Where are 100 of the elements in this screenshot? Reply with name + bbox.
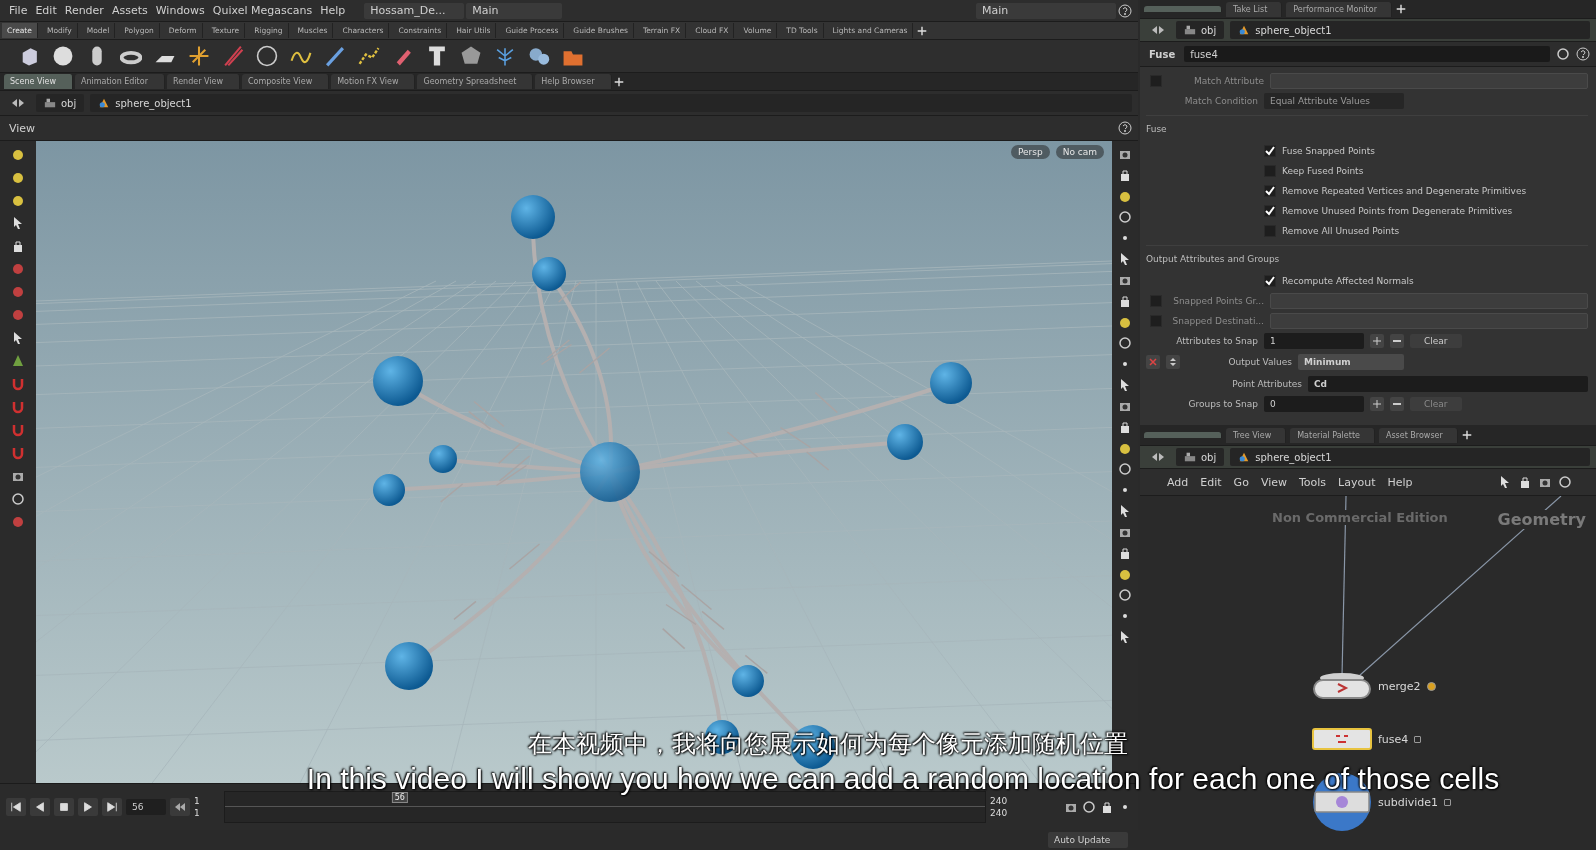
step-button[interactable] xyxy=(170,798,190,816)
pane-tab[interactable]: Motion FX View xyxy=(331,74,416,89)
menu-item[interactable]: View xyxy=(1257,475,1290,489)
checkbox[interactable] xyxy=(1264,204,1276,217)
path-network[interactable]: obj xyxy=(1176,448,1225,466)
menu-item[interactable]: Assets xyxy=(108,4,151,17)
text-field[interactable]: Cd xyxy=(1308,375,1588,392)
letter-t-icon[interactable] xyxy=(426,45,448,67)
branching-icon[interactable] xyxy=(494,45,516,67)
pane-tab[interactable]: Performance Monitor xyxy=(1286,1,1392,17)
pane-tab[interactable]: Geometry Spreadsheet xyxy=(417,74,534,89)
circle-icon[interactable] xyxy=(1556,47,1570,61)
magnet-icon[interactable] xyxy=(11,423,25,437)
circle-icon[interactable] xyxy=(1118,210,1132,224)
line-icon[interactable] xyxy=(222,45,244,67)
menu-item[interactable]: Edit xyxy=(32,4,60,17)
add-button[interactable] xyxy=(1370,333,1384,348)
desktop-dropdown[interactable]: Main xyxy=(466,2,563,19)
path-network[interactable]: obj xyxy=(1176,21,1225,39)
circle-icon[interactable] xyxy=(1118,462,1132,476)
desktop-dropdown[interactable]: Main xyxy=(976,2,1116,19)
desktop-name-field[interactable]: Hossam_De... xyxy=(364,2,465,19)
pane-tab[interactable]: Take List xyxy=(1226,1,1283,17)
path-node[interactable]: sphere_object1 xyxy=(90,94,1132,112)
sphere-icon[interactable] xyxy=(52,45,74,67)
menu-item[interactable]: Go xyxy=(1230,475,1252,489)
circle-icon[interactable] xyxy=(1082,800,1096,814)
menu-item[interactable]: File xyxy=(6,4,31,17)
help-icon[interactable] xyxy=(1118,121,1132,135)
menu-item[interactable]: Edit xyxy=(1197,475,1225,489)
fuse-node[interactable] xyxy=(1312,728,1372,750)
path-network[interactable]: obj xyxy=(36,94,85,112)
pane-tab[interactable]: Render View xyxy=(166,74,240,89)
light-icon[interactable] xyxy=(11,147,25,161)
menu-item[interactable]: Help xyxy=(1384,475,1416,489)
lock-icon[interactable] xyxy=(1518,475,1532,489)
menu-item[interactable]: Render xyxy=(61,4,107,17)
light-icon[interactable] xyxy=(1118,315,1132,329)
lock-icon[interactable] xyxy=(11,239,25,253)
circle-icon[interactable] xyxy=(11,492,25,506)
camera-menu-button[interactable]: No cam xyxy=(1055,145,1104,159)
pane-tab[interactable]: Animation Editor xyxy=(74,74,165,89)
remove-button[interactable] xyxy=(1390,396,1404,411)
add-button[interactable] xyxy=(1370,396,1384,411)
merge-node[interactable] xyxy=(1312,672,1372,700)
menu-item[interactable]: Quixel Megascans xyxy=(209,4,316,17)
menu-item[interactable]: Windows xyxy=(152,4,208,17)
help-icon[interactable] xyxy=(1576,47,1590,61)
remove-button[interactable] xyxy=(1390,333,1404,348)
light-icon[interactable] xyxy=(1118,189,1132,203)
path-icon[interactable] xyxy=(358,45,380,67)
magnet-icon[interactable] xyxy=(11,400,25,414)
magnet-icon[interactable] xyxy=(11,377,25,391)
node-name-field[interactable]: fuse4 xyxy=(1184,46,1550,62)
frame-marker[interactable]: 56 xyxy=(391,792,408,803)
lock-icon[interactable] xyxy=(1118,168,1132,182)
camera-menu-button[interactable]: Persp xyxy=(1010,145,1050,159)
light-icon[interactable] xyxy=(11,170,25,184)
lock-icon[interactable] xyxy=(1118,420,1132,434)
checkbox[interactable] xyxy=(1264,144,1276,157)
menu-item[interactable]: Layout xyxy=(1335,475,1379,489)
light-icon[interactable] xyxy=(11,193,25,207)
add-tab-icon[interactable] xyxy=(917,25,928,36)
add-tab-icon[interactable] xyxy=(1461,430,1472,440)
circle-icon[interactable] xyxy=(1558,475,1572,489)
light-icon[interactable] xyxy=(1118,567,1132,581)
menu-item[interactable]: Tools xyxy=(1296,475,1330,489)
number-field[interactable]: 1 xyxy=(1264,332,1364,349)
menu-item[interactable]: Help xyxy=(317,4,349,17)
polyhedron-icon[interactable] xyxy=(460,45,482,67)
playback-button[interactable] xyxy=(30,798,50,816)
clear-button[interactable]: Clear xyxy=(1410,333,1462,348)
add-tab-icon[interactable] xyxy=(1395,4,1406,14)
pane-tab[interactable]: Tree View xyxy=(1226,427,1287,443)
magnet-icon[interactable] xyxy=(11,446,25,460)
help-icon[interactable] xyxy=(1118,3,1132,18)
circle-icon[interactable] xyxy=(256,45,278,67)
circle-icon[interactable] xyxy=(1118,336,1132,350)
pane-tab[interactable]: Help Browser xyxy=(535,74,612,89)
playback-button[interactable] xyxy=(54,798,74,816)
cone-icon[interactable] xyxy=(11,354,25,368)
update-mode-dropdown[interactable]: Auto Update xyxy=(1048,832,1128,848)
circle-icon[interactable] xyxy=(1118,588,1132,602)
checkbox[interactable] xyxy=(1264,274,1276,287)
pane-tab[interactable]: Asset Browser xyxy=(1378,427,1458,443)
null-icon[interactable] xyxy=(188,45,210,67)
reorder-button[interactable] xyxy=(1166,355,1180,369)
path-node[interactable]: sphere_object1 xyxy=(1230,448,1590,466)
pane-tab[interactable]: Composite View xyxy=(241,74,330,89)
checkbox[interactable] xyxy=(1264,184,1276,197)
metaball-icon[interactable] xyxy=(528,45,550,67)
playback-button[interactable] xyxy=(102,798,122,816)
lock-icon[interactable] xyxy=(1118,294,1132,308)
light-icon[interactable] xyxy=(1118,441,1132,455)
pane-tab[interactable]: Material Palette xyxy=(1290,427,1375,443)
menu-item[interactable]: Add xyxy=(1164,475,1192,489)
add-tab-icon[interactable] xyxy=(613,76,624,87)
dropdown[interactable]: Minimum xyxy=(1298,354,1404,370)
lock-icon[interactable] xyxy=(1118,546,1132,560)
pen-icon[interactable] xyxy=(324,45,346,67)
